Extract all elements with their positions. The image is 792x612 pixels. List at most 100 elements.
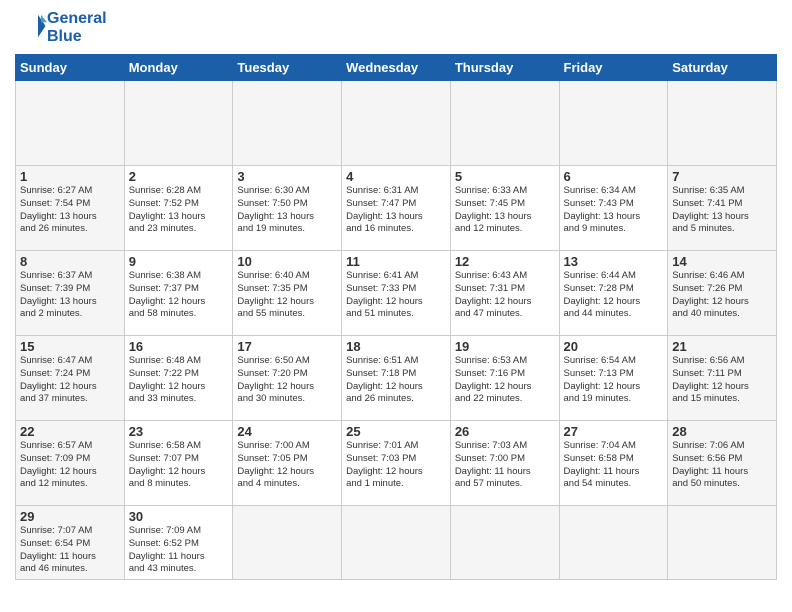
calendar-cell bbox=[342, 506, 451, 580]
calendar-cell bbox=[559, 506, 668, 580]
day-info: Sunrise: 7:01 AM Sunset: 7:03 PM Dayligh… bbox=[346, 440, 446, 491]
day-info: Sunrise: 6:56 AM Sunset: 7:11 PM Dayligh… bbox=[672, 355, 772, 406]
day-number: 11 bbox=[346, 254, 446, 269]
calendar-cell bbox=[16, 81, 125, 166]
calendar-cell: 26Sunrise: 7:03 AM Sunset: 7:00 PM Dayli… bbox=[450, 421, 559, 506]
weekday-header-tuesday: Tuesday bbox=[233, 55, 342, 81]
weekday-header-wednesday: Wednesday bbox=[342, 55, 451, 81]
day-info: Sunrise: 6:35 AM Sunset: 7:41 PM Dayligh… bbox=[672, 185, 772, 236]
day-number: 2 bbox=[129, 169, 229, 184]
calendar-cell bbox=[668, 81, 777, 166]
calendar-cell: 21Sunrise: 6:56 AM Sunset: 7:11 PM Dayli… bbox=[668, 336, 777, 421]
day-number: 14 bbox=[672, 254, 772, 269]
day-number: 13 bbox=[564, 254, 664, 269]
calendar-week-2: 8Sunrise: 6:37 AM Sunset: 7:39 PM Daylig… bbox=[16, 251, 777, 336]
weekday-header-saturday: Saturday bbox=[668, 55, 777, 81]
day-number: 27 bbox=[564, 424, 664, 439]
day-number: 6 bbox=[564, 169, 664, 184]
calendar-cell: 5Sunrise: 6:33 AM Sunset: 7:45 PM Daylig… bbox=[450, 166, 559, 251]
calendar-cell: 17Sunrise: 6:50 AM Sunset: 7:20 PM Dayli… bbox=[233, 336, 342, 421]
day-number: 17 bbox=[237, 339, 337, 354]
weekday-header-sunday: Sunday bbox=[16, 55, 125, 81]
day-info: Sunrise: 6:30 AM Sunset: 7:50 PM Dayligh… bbox=[237, 185, 337, 236]
day-info: Sunrise: 7:09 AM Sunset: 6:52 PM Dayligh… bbox=[129, 525, 229, 576]
day-info: Sunrise: 6:41 AM Sunset: 7:33 PM Dayligh… bbox=[346, 270, 446, 321]
calendar-week-4: 22Sunrise: 6:57 AM Sunset: 7:09 PM Dayli… bbox=[16, 421, 777, 506]
calendar-cell: 30Sunrise: 7:09 AM Sunset: 6:52 PM Dayli… bbox=[124, 506, 233, 580]
calendar-cell bbox=[450, 81, 559, 166]
day-info: Sunrise: 6:33 AM Sunset: 7:45 PM Dayligh… bbox=[455, 185, 555, 236]
day-info: Sunrise: 6:38 AM Sunset: 7:37 PM Dayligh… bbox=[129, 270, 229, 321]
logo-line1: General bbox=[47, 10, 107, 28]
calendar-cell bbox=[233, 81, 342, 166]
day-info: Sunrise: 6:27 AM Sunset: 7:54 PM Dayligh… bbox=[20, 185, 120, 236]
calendar-cell bbox=[342, 81, 451, 166]
day-info: Sunrise: 6:37 AM Sunset: 7:39 PM Dayligh… bbox=[20, 270, 120, 321]
calendar-cell bbox=[124, 81, 233, 166]
day-info: Sunrise: 6:51 AM Sunset: 7:18 PM Dayligh… bbox=[346, 355, 446, 406]
day-info: Sunrise: 6:57 AM Sunset: 7:09 PM Dayligh… bbox=[20, 440, 120, 491]
day-number: 30 bbox=[129, 509, 229, 524]
calendar-cell: 3Sunrise: 6:30 AM Sunset: 7:50 PM Daylig… bbox=[233, 166, 342, 251]
day-number: 18 bbox=[346, 339, 446, 354]
day-info: Sunrise: 7:03 AM Sunset: 7:00 PM Dayligh… bbox=[455, 440, 555, 491]
calendar-cell: 6Sunrise: 6:34 AM Sunset: 7:43 PM Daylig… bbox=[559, 166, 668, 251]
calendar-cell: 8Sunrise: 6:37 AM Sunset: 7:39 PM Daylig… bbox=[16, 251, 125, 336]
day-number: 16 bbox=[129, 339, 229, 354]
day-info: Sunrise: 7:06 AM Sunset: 6:56 PM Dayligh… bbox=[672, 440, 772, 491]
day-number: 25 bbox=[346, 424, 446, 439]
day-number: 5 bbox=[455, 169, 555, 184]
calendar-cell: 27Sunrise: 7:04 AM Sunset: 6:58 PM Dayli… bbox=[559, 421, 668, 506]
calendar-week-3: 15Sunrise: 6:47 AM Sunset: 7:24 PM Dayli… bbox=[16, 336, 777, 421]
calendar-week-5: 29Sunrise: 7:07 AM Sunset: 6:54 PM Dayli… bbox=[16, 506, 777, 580]
calendar-cell: 29Sunrise: 7:07 AM Sunset: 6:54 PM Dayli… bbox=[16, 506, 125, 580]
calendar-cell: 22Sunrise: 6:57 AM Sunset: 7:09 PM Dayli… bbox=[16, 421, 125, 506]
day-info: Sunrise: 6:46 AM Sunset: 7:26 PM Dayligh… bbox=[672, 270, 772, 321]
day-number: 29 bbox=[20, 509, 120, 524]
calendar-cell: 23Sunrise: 6:58 AM Sunset: 7:07 PM Dayli… bbox=[124, 421, 233, 506]
day-info: Sunrise: 6:44 AM Sunset: 7:28 PM Dayligh… bbox=[564, 270, 664, 321]
day-info: Sunrise: 6:43 AM Sunset: 7:31 PM Dayligh… bbox=[455, 270, 555, 321]
day-info: Sunrise: 6:40 AM Sunset: 7:35 PM Dayligh… bbox=[237, 270, 337, 321]
day-number: 4 bbox=[346, 169, 446, 184]
day-number: 24 bbox=[237, 424, 337, 439]
calendar-cell: 20Sunrise: 6:54 AM Sunset: 7:13 PM Dayli… bbox=[559, 336, 668, 421]
logo: General Blue bbox=[15, 10, 107, 46]
day-info: Sunrise: 7:00 AM Sunset: 7:05 PM Dayligh… bbox=[237, 440, 337, 491]
weekday-header-friday: Friday bbox=[559, 55, 668, 81]
weekday-header-monday: Monday bbox=[124, 55, 233, 81]
calendar-cell bbox=[668, 506, 777, 580]
day-number: 8 bbox=[20, 254, 120, 269]
calendar-cell: 13Sunrise: 6:44 AM Sunset: 7:28 PM Dayli… bbox=[559, 251, 668, 336]
day-info: Sunrise: 6:28 AM Sunset: 7:52 PM Dayligh… bbox=[129, 185, 229, 236]
header: General Blue bbox=[15, 10, 777, 46]
logo-icon bbox=[17, 11, 47, 41]
day-number: 7 bbox=[672, 169, 772, 184]
day-number: 22 bbox=[20, 424, 120, 439]
calendar-cell: 12Sunrise: 6:43 AM Sunset: 7:31 PM Dayli… bbox=[450, 251, 559, 336]
calendar-cell: 18Sunrise: 6:51 AM Sunset: 7:18 PM Dayli… bbox=[342, 336, 451, 421]
calendar-cell bbox=[559, 81, 668, 166]
calendar-cell: 19Sunrise: 6:53 AM Sunset: 7:16 PM Dayli… bbox=[450, 336, 559, 421]
day-number: 28 bbox=[672, 424, 772, 439]
calendar-week-1: 1Sunrise: 6:27 AM Sunset: 7:54 PM Daylig… bbox=[16, 166, 777, 251]
day-number: 19 bbox=[455, 339, 555, 354]
day-info: Sunrise: 6:53 AM Sunset: 7:16 PM Dayligh… bbox=[455, 355, 555, 406]
day-number: 15 bbox=[20, 339, 120, 354]
calendar-cell: 4Sunrise: 6:31 AM Sunset: 7:47 PM Daylig… bbox=[342, 166, 451, 251]
day-info: Sunrise: 6:47 AM Sunset: 7:24 PM Dayligh… bbox=[20, 355, 120, 406]
day-number: 12 bbox=[455, 254, 555, 269]
day-info: Sunrise: 6:50 AM Sunset: 7:20 PM Dayligh… bbox=[237, 355, 337, 406]
calendar-cell: 24Sunrise: 7:00 AM Sunset: 7:05 PM Dayli… bbox=[233, 421, 342, 506]
logo-line2: Blue bbox=[47, 28, 107, 46]
day-info: Sunrise: 7:07 AM Sunset: 6:54 PM Dayligh… bbox=[20, 525, 120, 576]
calendar-cell: 11Sunrise: 6:41 AM Sunset: 7:33 PM Dayli… bbox=[342, 251, 451, 336]
calendar-cell: 10Sunrise: 6:40 AM Sunset: 7:35 PM Dayli… bbox=[233, 251, 342, 336]
calendar-cell: 7Sunrise: 6:35 AM Sunset: 7:41 PM Daylig… bbox=[668, 166, 777, 251]
main-container: General Blue SundayMondayTuesdayWednesda… bbox=[0, 0, 792, 590]
calendar-cell: 28Sunrise: 7:06 AM Sunset: 6:56 PM Dayli… bbox=[668, 421, 777, 506]
calendar-table: SundayMondayTuesdayWednesdayThursdayFrid… bbox=[15, 54, 777, 580]
calendar-cell: 25Sunrise: 7:01 AM Sunset: 7:03 PM Dayli… bbox=[342, 421, 451, 506]
calendar-cell: 16Sunrise: 6:48 AM Sunset: 7:22 PM Dayli… bbox=[124, 336, 233, 421]
calendar-cell: 14Sunrise: 6:46 AM Sunset: 7:26 PM Dayli… bbox=[668, 251, 777, 336]
